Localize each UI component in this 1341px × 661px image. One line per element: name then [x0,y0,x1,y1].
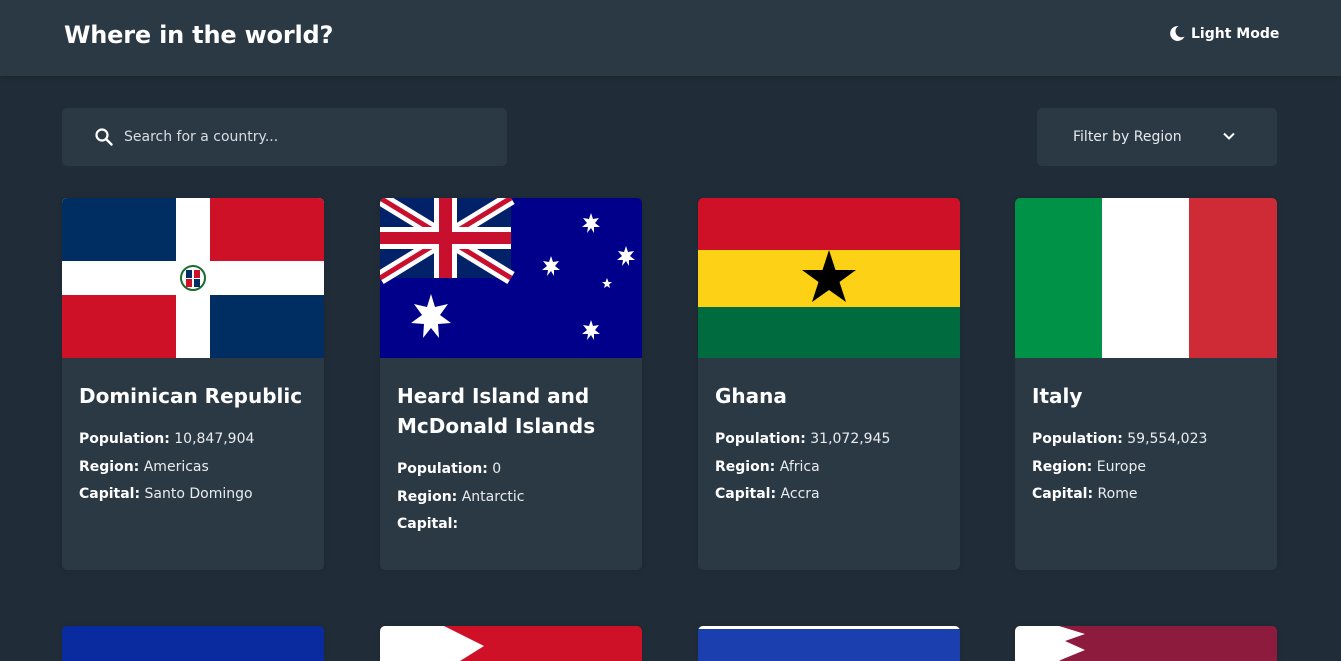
population-value: 59,554,023 [1127,431,1208,447]
country-name: Heard Island and McDonald Islands [397,384,596,438]
region-row: Region: Africa [715,459,820,475]
region-filter-select[interactable]: Filter by Region [1037,108,1277,166]
country-card[interactable] [62,626,324,661]
chevron-down-icon [1223,132,1235,140]
population-value: 10,847,904 [174,431,255,447]
population-value: 0 [492,461,502,477]
region-row: Region: Europe [1032,459,1146,475]
capital-value: Rome [1097,486,1138,502]
country-card[interactable]: Heard Island and McDonald Islands Popula… [380,198,642,570]
country-card[interactable]: Italy Population: 59,554,023 Region: Eur… [1015,198,1277,570]
flag-maroon-serrated [1015,626,1277,661]
capital-row: Capital: Santo Domingo [79,486,253,502]
country-name: Dominican Republic [79,384,303,408]
country-name: Ghana [715,384,787,408]
region-value: Africa [779,459,820,475]
capital-row: Capital: Accra [715,486,820,502]
country-card[interactable]: Ghana Population: 31,072,945 Region: Afr… [698,198,960,570]
flag-blue-white [698,626,960,661]
capital-value: Santo Domingo [144,486,253,502]
theme-toggle-label: Light Mode [1191,25,1280,42]
country-card[interactable] [380,626,642,661]
region-row: Region: Americas [79,459,209,475]
country-card[interactable]: Dominican Republic Population: 10,847,90… [62,198,324,570]
flag-ghana [698,198,960,358]
population-row: Population: 10,847,904 [79,431,255,447]
app-header: Where in the world? Light Mode [0,0,1341,76]
capital-value: Accra [780,486,820,502]
moon-icon [1170,25,1185,41]
region-row: Region: Antarctic [397,489,525,505]
population-row: Population: 31,072,945 [715,431,891,447]
region-value: Antarctic [461,489,525,505]
flag-blue [62,626,324,661]
flag-dominican-republic [62,198,324,358]
page-title: Where in the world? [64,21,334,49]
region-filter-label: Filter by Region [1073,129,1182,145]
population-row: Population: 0 [397,461,502,477]
flag-italy [1015,198,1277,358]
population-row: Population: 59,554,023 [1032,431,1208,447]
flag-heard-island [380,198,642,358]
population-value: 31,072,945 [810,431,891,447]
search-box[interactable] [62,108,507,166]
theme-toggle-button[interactable]: Light Mode [1169,25,1279,42]
capital-row: Capital: [397,516,459,532]
country-card[interactable] [698,626,960,661]
region-value: Americas [143,459,209,475]
search-icon [95,128,113,146]
capital-row: Capital: Rome [1032,486,1138,502]
region-value: Europe [1096,459,1146,475]
flag-red-white-triangle [380,626,642,661]
country-name: Italy [1032,384,1083,408]
country-card[interactable] [1015,626,1277,661]
search-input[interactable] [124,108,504,166]
